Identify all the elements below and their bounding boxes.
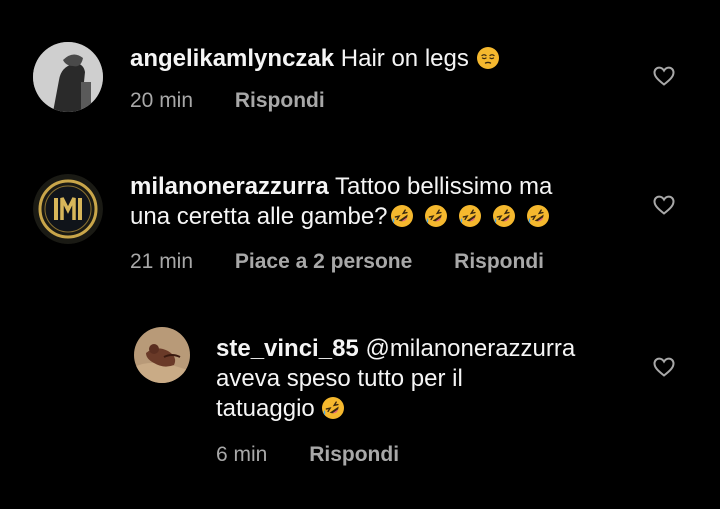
rofl-emoji — [321, 396, 345, 420]
comment-line-2: aveva speso tutto per il — [216, 364, 636, 394]
comment-body: ste_vinci_85 @milanonerazzurra aveva spe… — [216, 334, 636, 424]
comment-text: tatuaggio — [216, 395, 322, 422]
reply-comment: ste_vinci_85 @milanonerazzurra aveva spe… — [0, 0, 720, 509]
reply-button[interactable]: Rispondi — [309, 443, 399, 467]
mention-link[interactable]: @milanonerazzurra — [359, 335, 575, 362]
comment-line-1: ste_vinci_85 @milanonerazzurra — [216, 334, 636, 364]
comment-username[interactable]: ste_vinci_85 — [216, 335, 359, 362]
heart-icon[interactable] — [652, 355, 676, 379]
comment-text: aveva speso tutto per il — [216, 365, 463, 392]
comment-meta: 6 min Rispondi — [216, 443, 399, 467]
comment-line-3: tatuaggio — [216, 394, 636, 424]
comment-timestamp: 6 min — [216, 443, 268, 466]
avatar[interactable] — [134, 327, 190, 383]
